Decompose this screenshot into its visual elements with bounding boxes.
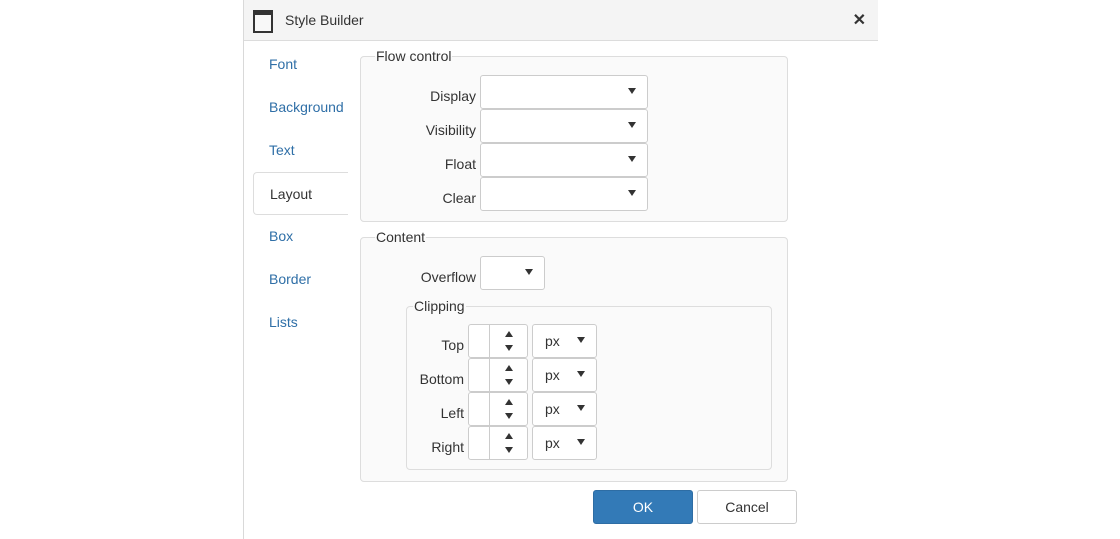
cancel-button[interactable]: Cancel xyxy=(697,490,797,524)
spin-down-icon[interactable] xyxy=(505,413,513,419)
clip-top-label: Top xyxy=(441,337,464,353)
dialog-titlebar: Style Builder ✕ xyxy=(244,0,878,41)
clear-label: Clear xyxy=(442,190,476,206)
style-nav: Font Background Text Layout Box Border L… xyxy=(253,43,348,344)
chevron-down-icon xyxy=(628,122,636,128)
chevron-down-icon xyxy=(577,337,585,343)
clipping-legend: Clipping xyxy=(414,298,465,314)
chevron-down-icon xyxy=(577,371,585,377)
flow-control-legend: Flow control xyxy=(376,48,452,64)
clip-left-label: Left xyxy=(440,405,464,421)
spin-up-icon[interactable] xyxy=(505,433,513,439)
clip-right-label: Right xyxy=(431,439,464,455)
float-label: Float xyxy=(444,156,476,172)
spin-down-icon[interactable] xyxy=(505,345,513,351)
close-icon[interactable]: ✕ xyxy=(853,10,866,30)
clip-right-spinner[interactable] xyxy=(468,426,528,460)
chevron-down-icon xyxy=(628,190,636,196)
clip-right-input[interactable] xyxy=(469,427,490,459)
nav-item-font[interactable]: Font xyxy=(253,43,348,86)
clip-left-spinner[interactable] xyxy=(468,392,528,426)
window-icon xyxy=(253,10,273,33)
style-builder-dialog: Style Builder ✕ Font Background Text Lay… xyxy=(243,0,878,539)
clear-select[interactable] xyxy=(480,177,648,211)
display-label: Display xyxy=(430,88,476,104)
display-select[interactable] xyxy=(480,75,648,109)
overflow-select[interactable] xyxy=(480,256,545,290)
chevron-down-icon xyxy=(628,88,636,94)
clip-top-input[interactable] xyxy=(469,325,490,357)
clip-right-unit-select[interactable]: px xyxy=(532,426,597,460)
clip-bottom-label: Bottom xyxy=(419,371,464,387)
spin-up-icon[interactable] xyxy=(505,331,513,337)
spin-up-icon[interactable] xyxy=(505,399,513,405)
clip-top-spinner[interactable] xyxy=(468,324,528,358)
visibility-select[interactable] xyxy=(480,109,648,143)
overflow-label: Overflow xyxy=(420,269,476,285)
nav-item-lists[interactable]: Lists xyxy=(253,301,348,344)
ok-button[interactable]: OK xyxy=(593,490,693,524)
spin-down-icon[interactable] xyxy=(505,447,513,453)
clip-left-unit-select[interactable]: px xyxy=(532,392,597,426)
nav-item-text[interactable]: Text xyxy=(253,129,348,172)
nav-item-border[interactable]: Border xyxy=(253,258,348,301)
clip-top-unit-select[interactable]: px xyxy=(532,324,597,358)
chevron-down-icon xyxy=(525,269,533,275)
float-select[interactable] xyxy=(480,143,648,177)
clip-bottom-unit-select[interactable]: px xyxy=(532,358,597,392)
clip-bottom-spinner[interactable] xyxy=(468,358,528,392)
dialog-title: Style Builder xyxy=(285,12,364,28)
nav-item-background[interactable]: Background xyxy=(253,86,348,129)
nav-item-box[interactable]: Box xyxy=(253,215,348,258)
clip-bottom-input[interactable] xyxy=(469,359,490,391)
clip-left-input[interactable] xyxy=(469,393,490,425)
nav-item-layout[interactable]: Layout xyxy=(253,172,348,215)
chevron-down-icon xyxy=(577,439,585,445)
visibility-label: Visibility xyxy=(425,122,476,138)
chevron-down-icon xyxy=(628,156,636,162)
content-legend: Content xyxy=(376,229,426,245)
spin-down-icon[interactable] xyxy=(505,379,513,385)
spin-up-icon[interactable] xyxy=(505,365,513,371)
chevron-down-icon xyxy=(577,405,585,411)
